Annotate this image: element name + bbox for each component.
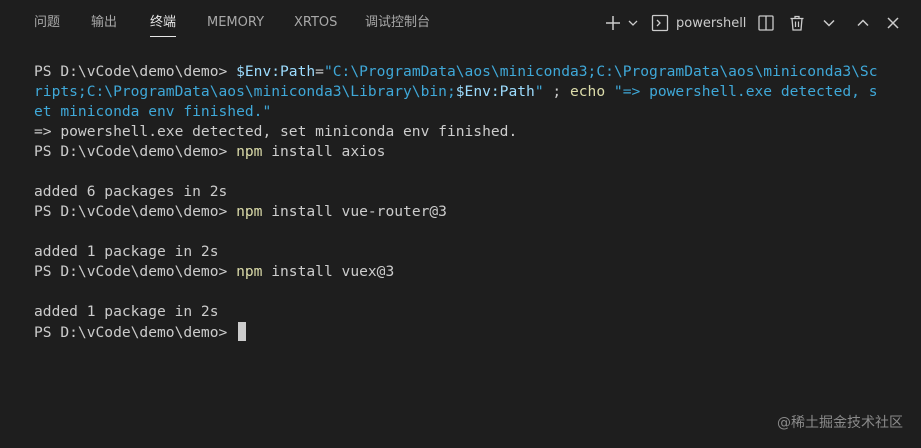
terminal-line: PS D:\vCode\demo\demo>: [34, 322, 904, 342]
tab-xrtos[interactable]: XRTOS: [294, 0, 337, 46]
kill-terminal-button[interactable]: [787, 11, 807, 35]
string-literal: "=> powershell.exe detected, s: [605, 83, 878, 100]
command: npm: [236, 263, 263, 280]
terminal-output[interactable]: PS D:\vCode\demo\demo> $Env:Path="C:\Pro…: [34, 62, 904, 342]
prompt: PS D:\vCode\demo\demo>: [34, 63, 237, 80]
split-icon: [758, 15, 774, 31]
prompt: PS D:\vCode\demo\demo>: [34, 324, 228, 341]
tab-memory[interactable]: MEMORY: [207, 0, 264, 46]
terminal-line: added 6 packages in 2s: [34, 183, 228, 200]
plus-icon: [606, 16, 620, 30]
shell-selector[interactable]: powershell: [651, 11, 747, 35]
trash-icon: [790, 15, 804, 31]
close-icon: [887, 17, 899, 29]
shell-label: powershell: [676, 15, 747, 31]
terminal-line: et miniconda env finished.": [34, 102, 904, 122]
text-cursor: [238, 322, 247, 341]
terminal-line: PS D:\vCode\demo\demo> npm install axios: [34, 142, 904, 162]
string-literal: et miniconda env finished.": [34, 103, 272, 120]
command-args: install vuex@3: [262, 263, 395, 280]
terminal-line: => powershell.exe detected, set minicond…: [34, 123, 518, 140]
split-terminal-button[interactable]: [756, 11, 776, 35]
tab-terminal[interactable]: 终端: [150, 0, 177, 46]
command-args: install axios: [262, 143, 386, 160]
terminal-profile-dropdown[interactable]: [626, 11, 640, 35]
string-literal: ripts;C:\ProgramData\aos\miniconda3\Libr…: [34, 83, 456, 100]
chevron-down-icon: [628, 20, 638, 26]
command: echo: [569, 83, 606, 100]
env-variable: $Env:Path: [236, 63, 316, 80]
string-literal: ": [534, 83, 544, 100]
operator: =: [315, 63, 324, 80]
maximize-panel-button[interactable]: [853, 11, 873, 35]
command: npm: [236, 203, 263, 220]
tab-output[interactable]: 输出: [91, 0, 117, 46]
terminal-line: PS D:\vCode\demo\demo> npm install vuex@…: [34, 262, 904, 282]
terminal-icon: [651, 14, 669, 32]
terminal-line: added 1 package in 2s: [34, 243, 219, 260]
new-terminal-button[interactable]: [602, 11, 624, 35]
separator: ;: [543, 83, 570, 100]
terminal-line: PS D:\vCode\demo\demo> npm install vue-r…: [34, 202, 904, 222]
watermark: @稀土掘金技术社区: [777, 415, 903, 431]
panel-tab-bar: 问题 输出 终端 MEMORY XRTOS 调试控制台 powershell: [0, 0, 921, 46]
terminal-line: added 1 package in 2s: [34, 303, 219, 320]
prompt: PS D:\vCode\demo\demo>: [34, 143, 237, 160]
terminal-line: ripts;C:\ProgramData\aos\miniconda3\Libr…: [34, 82, 904, 102]
chevron-down-icon: [823, 19, 835, 27]
command: npm: [236, 143, 263, 160]
prompt: PS D:\vCode\demo\demo>: [34, 263, 237, 280]
prompt: PS D:\vCode\demo\demo>: [34, 203, 237, 220]
string-literal: "C:\ProgramData\aos\miniconda3;C:\Progra…: [323, 63, 878, 80]
terminal-line: PS D:\vCode\demo\demo> $Env:Path="C:\Pro…: [34, 62, 904, 82]
env-variable: $Env:Path: [455, 83, 535, 100]
tab-problems[interactable]: 问题: [34, 0, 60, 46]
terminal-panel: 问题 输出 终端 MEMORY XRTOS 调试控制台 powershell P…: [0, 0, 921, 448]
command-args: install vue-router@3: [262, 203, 447, 220]
chevron-up-icon: [857, 19, 869, 27]
more-actions-button[interactable]: [819, 11, 839, 35]
tab-debug-console[interactable]: 调试控制台: [365, 0, 430, 46]
close-panel-button[interactable]: [883, 11, 903, 35]
